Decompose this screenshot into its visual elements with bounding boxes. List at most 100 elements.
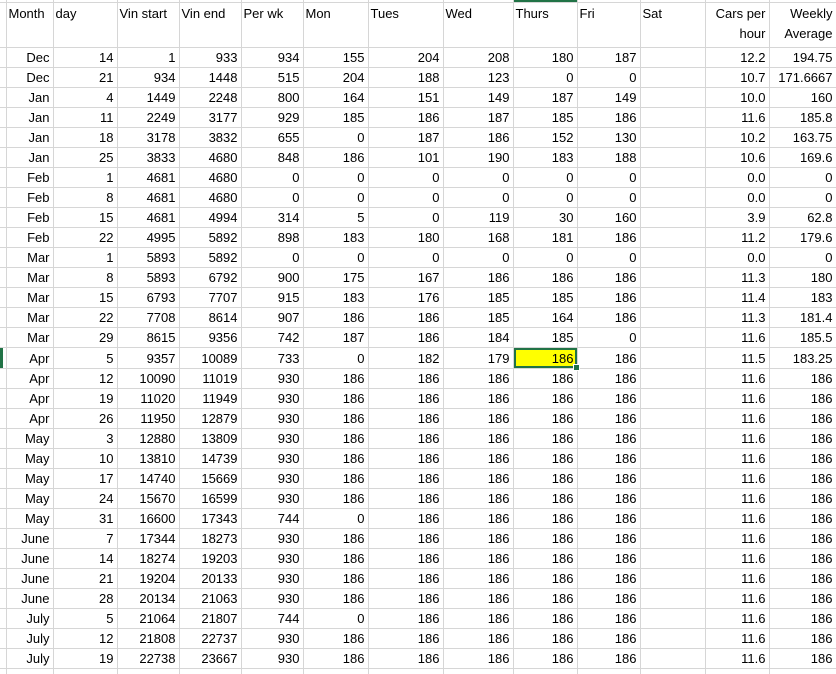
cell-cars_per_hour[interactable]: 11.6	[705, 529, 769, 549]
cell-month[interactable]: Mar	[6, 288, 53, 308]
cell-vin_start[interactable]: 14740	[117, 469, 179, 489]
cell-month[interactable]: Jan	[6, 88, 53, 108]
cell-fri[interactable]: 186	[577, 509, 640, 529]
cell-per_wk[interactable]: 742	[241, 328, 303, 348]
spacer-cell[interactable]	[241, 669, 303, 674]
cell-sat[interactable]	[640, 208, 705, 228]
cell-vin_end[interactable]: 21063	[179, 589, 241, 609]
cell-day[interactable]: 21	[53, 569, 117, 589]
cell-vin_end[interactable]: 8614	[179, 308, 241, 328]
cell-cars_per_hour[interactable]: 11.6	[705, 549, 769, 569]
cell-cars_per_hour[interactable]: 11.6	[705, 569, 769, 589]
cell-per_wk[interactable]: 930	[241, 649, 303, 669]
cell-vin_start[interactable]: 11950	[117, 409, 179, 429]
cell-weekly_average[interactable]: 180	[769, 268, 836, 288]
cell-month[interactable]: May	[6, 509, 53, 529]
cell-vin_end[interactable]: 5892	[179, 248, 241, 268]
cell-cars_per_hour[interactable]: 11.6	[705, 489, 769, 509]
cell-vin_end[interactable]: 23667	[179, 649, 241, 669]
cell-sat[interactable]	[640, 248, 705, 268]
cell-thurs[interactable]: 164	[513, 308, 577, 328]
cell-per_wk[interactable]: 934	[241, 48, 303, 68]
cell-vin_start[interactable]: 16600	[117, 509, 179, 529]
cell-mon[interactable]: 186	[303, 529, 368, 549]
cell-cars_per_hour[interactable]: 11.3	[705, 308, 769, 328]
cell-mon[interactable]: 183	[303, 228, 368, 248]
cell-per_wk[interactable]: 915	[241, 288, 303, 308]
cell-month[interactable]: June	[6, 529, 53, 549]
cell-sat[interactable]	[640, 308, 705, 328]
cell-wed[interactable]: 186	[443, 589, 513, 609]
cell-month[interactable]: Mar	[6, 328, 53, 348]
cell-sat[interactable]	[640, 449, 705, 469]
cell-thurs[interactable]: 152	[513, 128, 577, 148]
cell-sat[interactable]	[640, 288, 705, 308]
cell-sat[interactable]	[640, 529, 705, 549]
cell-weekly_average[interactable]: 163.75	[769, 128, 836, 148]
spacer-cell[interactable]	[769, 669, 836, 674]
cell-vin_end[interactable]: 11019	[179, 369, 241, 389]
cell-fri[interactable]: 186	[577, 609, 640, 629]
cell-fri[interactable]: 186	[577, 649, 640, 669]
cell-tues[interactable]: 186	[368, 569, 443, 589]
cell-fri[interactable]: 0	[577, 188, 640, 208]
cell-month[interactable]: Apr	[6, 409, 53, 429]
cell-vin_end[interactable]: 3832	[179, 128, 241, 148]
cell-tues[interactable]: 186	[368, 509, 443, 529]
cell-thurs[interactable]: 185	[513, 328, 577, 348]
cell-fri[interactable]: 186	[577, 529, 640, 549]
cell-tues[interactable]: 204	[368, 48, 443, 68]
cell-weekly_average[interactable]: 0	[769, 248, 836, 268]
cell-wed[interactable]: 179	[443, 348, 513, 369]
cell-fri[interactable]: 160	[577, 208, 640, 228]
cell-per_wk[interactable]: 848	[241, 148, 303, 168]
cell-month[interactable]: May	[6, 469, 53, 489]
cell-cars_per_hour[interactable]: 11.6	[705, 629, 769, 649]
cell-vin_end[interactable]: 4680	[179, 168, 241, 188]
cell-day[interactable]: 19	[53, 389, 117, 409]
cell-sat[interactable]	[640, 268, 705, 288]
cell-tues[interactable]: 101	[368, 148, 443, 168]
cell-vin_start[interactable]: 22738	[117, 649, 179, 669]
cell-mon[interactable]: 186	[303, 489, 368, 509]
cell-vin_end[interactable]: 2248	[179, 88, 241, 108]
cell-weekly_average[interactable]: 186	[769, 429, 836, 449]
cell-tues[interactable]: 180	[368, 228, 443, 248]
cell-weekly_average[interactable]: 194.75	[769, 48, 836, 68]
spacer-cell[interactable]	[705, 669, 769, 674]
cell-sat[interactable]	[640, 228, 705, 248]
cell-sat[interactable]	[640, 168, 705, 188]
cell-fri[interactable]: 130	[577, 128, 640, 148]
cell-thurs[interactable]: 180	[513, 48, 577, 68]
cell-thurs[interactable]: 186	[513, 509, 577, 529]
cell-per_wk[interactable]: 930	[241, 489, 303, 509]
cell-tues[interactable]: 186	[368, 629, 443, 649]
cell-month[interactable]: July	[6, 629, 53, 649]
cell-month[interactable]: Feb	[6, 208, 53, 228]
cell-thurs[interactable]: 0	[513, 188, 577, 208]
cell-wed[interactable]: 186	[443, 489, 513, 509]
cell-tues[interactable]: 186	[368, 449, 443, 469]
cell-mon[interactable]: 186	[303, 449, 368, 469]
cell-day[interactable]: 1	[53, 168, 117, 188]
cell-vin_start[interactable]: 20134	[117, 589, 179, 609]
cell-thurs[interactable]: 186	[513, 549, 577, 569]
cell-wed[interactable]: 123	[443, 68, 513, 88]
cell-day[interactable]: 29	[53, 328, 117, 348]
cell-wed[interactable]: 0	[443, 248, 513, 268]
cell-day[interactable]: 19	[53, 649, 117, 669]
cell-per_wk[interactable]: 733	[241, 348, 303, 369]
cell-cars_per_hour[interactable]: 11.6	[705, 328, 769, 348]
header-cars_per_hour[interactable]: Cars per hour	[705, 3, 769, 48]
cell-cars_per_hour[interactable]: 11.6	[705, 409, 769, 429]
cell-tues[interactable]: 176	[368, 288, 443, 308]
cell-weekly_average[interactable]: 179.6	[769, 228, 836, 248]
cell-vin_start[interactable]: 17344	[117, 529, 179, 549]
cell-sat[interactable]	[640, 48, 705, 68]
spacer-cell[interactable]	[303, 669, 368, 674]
cell-vin_end[interactable]: 15669	[179, 469, 241, 489]
cell-weekly_average[interactable]: 186	[769, 449, 836, 469]
cell-day[interactable]: 17	[53, 469, 117, 489]
cell-cars_per_hour[interactable]: 10.2	[705, 128, 769, 148]
header-weekly_average[interactable]: Weekly Average	[769, 3, 836, 48]
